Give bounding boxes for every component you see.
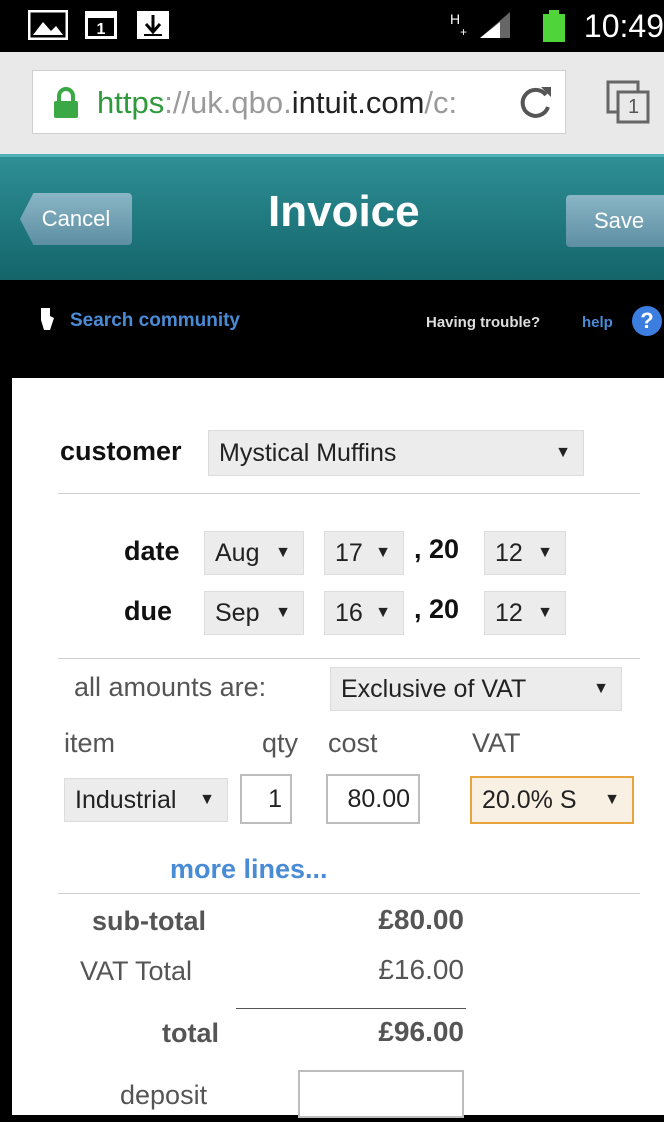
save-button[interactable]: Save [566,195,664,247]
dropdown-arrow-icon: ▼ [537,544,553,561]
svg-text:1: 1 [97,21,106,38]
customer-select[interactable]: Mystical Muffins ▼ [208,430,584,476]
due-month-value: Sep [215,598,260,627]
dropdown-arrow-icon: ▼ [375,544,391,561]
battery-icon [542,10,566,42]
page-title: Invoice [268,187,420,236]
col-cost-header: cost [328,728,378,758]
tabs-icon[interactable]: 1 [606,80,654,128]
url-field[interactable]: https://uk.qbo.intuit.com/c: [32,70,566,134]
date-year-value: 12 [495,538,523,567]
url-text: https://uk.qbo.intuit.com/c: [97,85,458,120]
due-day-select[interactable]: 16 ▼ [324,591,404,635]
line-vat-select[interactable]: 20.0% S ▼ [470,776,634,824]
help-link[interactable]: help [582,314,613,331]
total-value: £96.00 [378,1016,464,1047]
cancel-button[interactable]: Cancel [20,193,132,245]
amounts-value: Exclusive of VAT [341,674,527,703]
line-item-value: Industrial [75,785,177,814]
having-trouble-text: Having trouble? [426,314,541,331]
due-century: , 20 [414,594,460,624]
network-hplus-icon: H + [448,10,476,40]
gallery-icon [27,9,69,41]
browser-toolbar: https://uk.qbo.intuit.com/c: 1 [0,52,664,154]
line-qty-input[interactable]: 1 [240,774,292,824]
due-year-value: 12 [495,598,523,627]
line-item-select[interactable]: Industrial ▼ [64,778,228,822]
date-year-select[interactable]: 12 ▼ [484,531,566,575]
more-lines-link[interactable]: more lines... [170,854,328,885]
dropdown-arrow-icon: ▼ [593,680,609,697]
total-divider [236,1008,466,1009]
customer-label: customer [60,436,182,466]
reload-icon[interactable] [515,83,555,128]
subtotal-value: £80.00 [378,904,464,935]
line-vat-value: 20.0% S [482,785,577,814]
due-year-select[interactable]: 12 ▼ [484,591,566,635]
customer-value: Mystical Muffins [219,438,397,467]
clock: 10:49 [583,8,664,44]
dropdown-arrow-icon: ▼ [604,791,620,808]
date-month-value: Aug [215,538,260,567]
date-century: , 20 [414,534,460,564]
signal-icon [478,10,514,40]
date-label: date [124,536,180,566]
app-header: Cancel Invoice Save [0,154,664,280]
divider [58,658,640,659]
deposit-input[interactable] [298,1070,464,1118]
dropdown-arrow-icon: ▼ [199,791,215,808]
dropdown-arrow-icon: ▼ [537,604,553,621]
vat-total-value: £16.00 [378,954,464,985]
due-month-select[interactable]: Sep ▼ [204,591,304,635]
amounts-label: all amounts are: [74,672,267,702]
amounts-select[interactable]: Exclusive of VAT ▼ [330,667,622,711]
line-cost-input[interactable]: 80.00 [326,774,420,824]
help-bar: Search community Having trouble? help ? [0,280,664,378]
col-vat-header: VAT [472,728,521,758]
col-qty-header: qty [262,728,299,758]
dropdown-arrow-icon: ▼ [375,604,391,621]
due-day-value: 16 [335,598,363,627]
svg-text:+: + [460,25,467,39]
dropdown-arrow-icon: ▼ [555,444,571,461]
status-bar: 1 H + 10:49 [0,0,664,52]
date-day-select[interactable]: 17 ▼ [324,531,404,575]
dropdown-arrow-icon: ▼ [275,544,291,561]
svg-text:H: H [450,11,460,27]
tab-count: 1 [628,96,640,118]
search-community-link[interactable]: Search community [70,310,240,332]
col-item-header: item [64,728,116,758]
date-day-value: 17 [335,538,363,567]
due-label: due [124,596,173,626]
download-icon [136,10,170,40]
divider [58,493,640,494]
lock-icon [51,87,81,124]
frame-edge [0,378,12,1122]
divider [58,893,640,894]
subtotal-label: sub-total [92,906,206,936]
dropdown-arrow-icon: ▼ [275,604,291,621]
deposit-label: deposit [120,1080,208,1110]
calendar-icon: 1 [84,10,118,40]
help-icon[interactable]: ? [632,306,662,336]
total-label: total [162,1018,219,1048]
vat-total-label: VAT Total [80,956,193,986]
date-month-select[interactable]: Aug ▼ [204,531,304,575]
community-icon [38,306,56,337]
